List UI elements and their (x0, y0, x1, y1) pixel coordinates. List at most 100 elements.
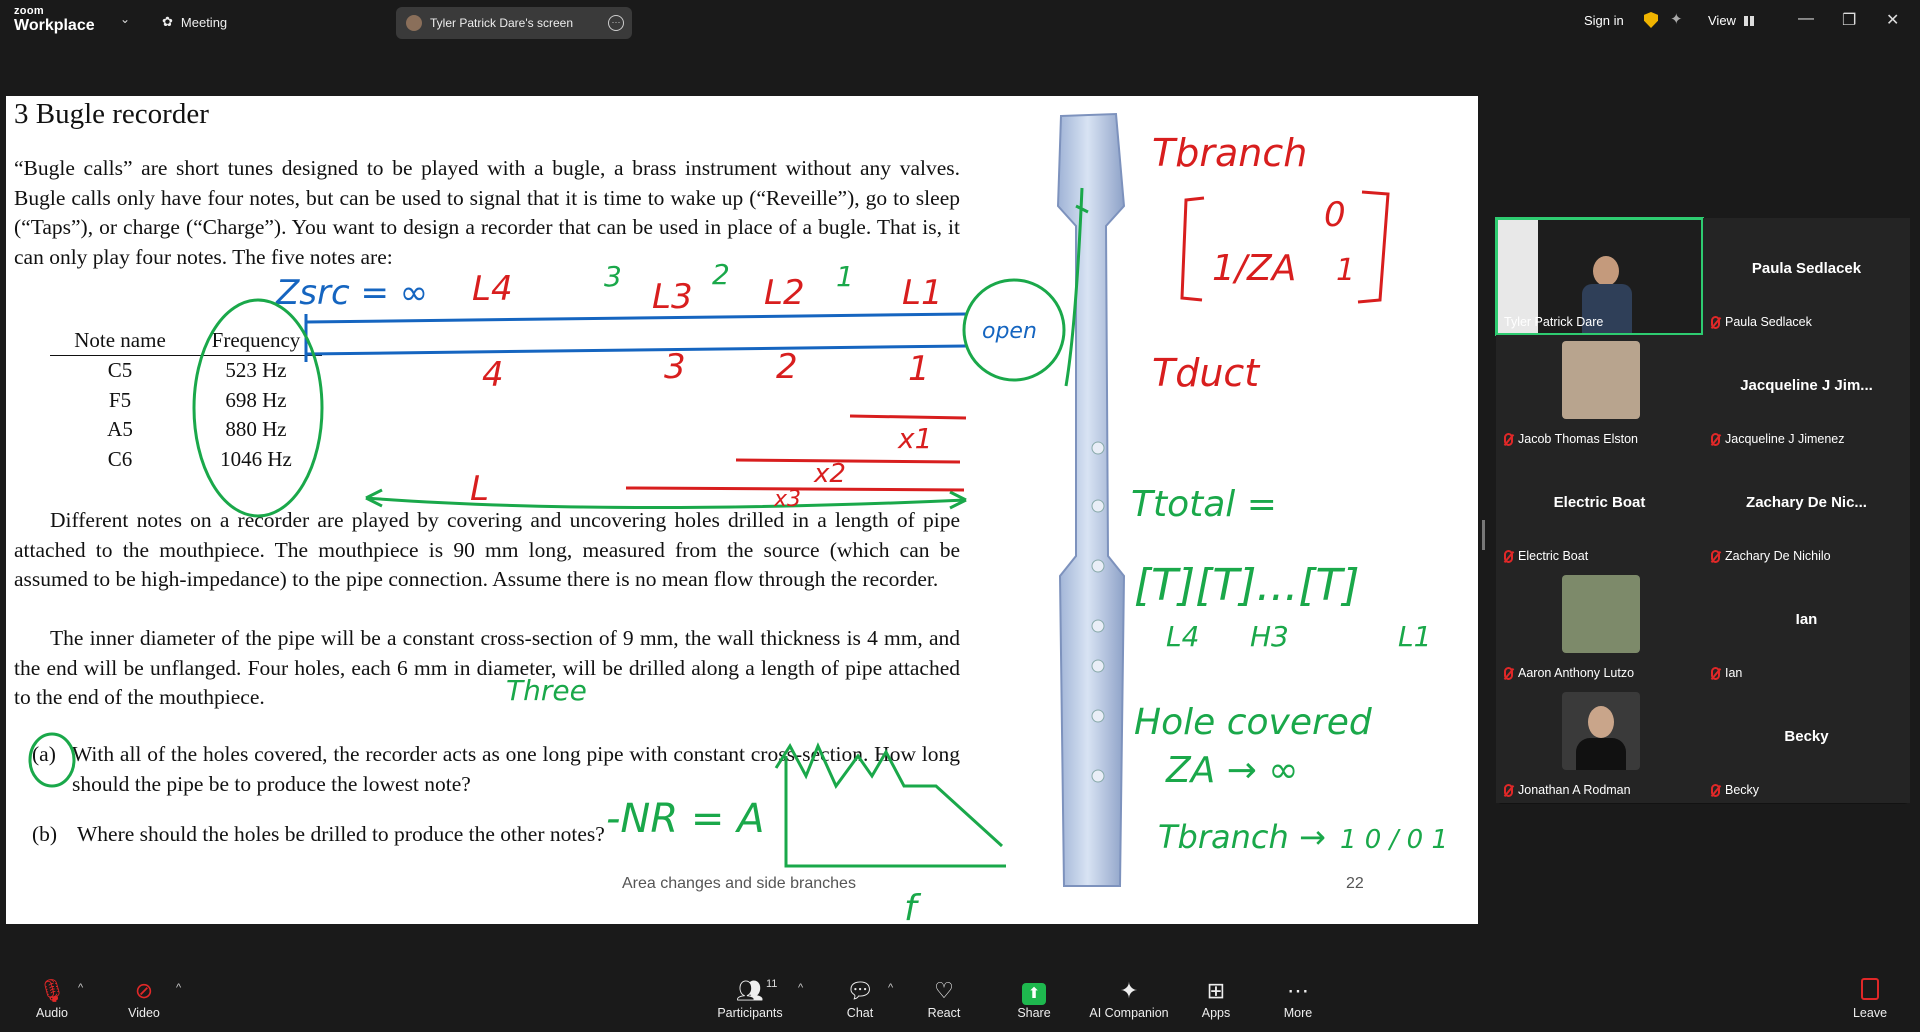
share-label: Tyler Patrick Dare's screen (430, 16, 573, 30)
participant-tile[interactable]: Becky Becky (1703, 686, 1910, 803)
chevron-down-icon[interactable]: ⌄ (120, 12, 130, 26)
ink-zsrc: Zsrc = ∞ (275, 273, 428, 313)
muted-mic-icon (1711, 783, 1720, 797)
ink-sub-h3: H3 (1250, 620, 1289, 653)
ink-l: L (470, 469, 489, 509)
participant-tile[interactable]: Ian Ian (1703, 569, 1910, 686)
participant-name: Becky (1725, 783, 1760, 797)
muted-mic-icon (1711, 549, 1720, 563)
participant-display-name: Paula Sedlacek (1751, 260, 1862, 277)
avatar (1562, 692, 1640, 770)
more-options-icon[interactable]: ··· (608, 15, 624, 31)
leave-icon (1861, 978, 1879, 1000)
video-off-icon: ⊘ (134, 978, 154, 1003)
muted-mic-icon (1504, 666, 1513, 680)
react-label: React (927, 1006, 961, 1020)
muted-mic-icon (1711, 666, 1720, 680)
audio-options-icon[interactable]: ^ (78, 982, 83, 994)
participant-caption: Electric Boat (1504, 549, 1588, 563)
participant-display-name: Electric Boat (1553, 494, 1646, 511)
video-options-icon[interactable]: ^ (176, 982, 181, 994)
annotation-layer: Zsrc = ∞ open Three -NR = A Ttotal = [T]… (28, 112, 1448, 924)
panel-resize-handle[interactable] (1482, 520, 1485, 550)
ink-tbranch-to: Tbranch → (1158, 818, 1326, 856)
ink-za: 1/ZA (1212, 248, 1296, 289)
ink-tduct: Tduct (1152, 351, 1261, 395)
ink-l4: L4 (472, 269, 513, 309)
leave-button[interactable]: Leave (1830, 978, 1910, 1020)
participant-tile[interactable]: Tyler Patrick Dare (1495, 217, 1704, 336)
more-label: More (1283, 1006, 1313, 1020)
participant-caption: Jacob Thomas Elston (1504, 432, 1638, 446)
participant-tile[interactable]: Jonathan A Rodman (1496, 686, 1703, 803)
participant-name: Paula Sedlacek (1725, 315, 1812, 329)
participants-button[interactable]: 👥︎ Participants (710, 978, 790, 1020)
recorder-image (1056, 112, 1126, 887)
leave-label: Leave (1852, 1006, 1888, 1020)
ink-tbranch: Tbranch (1152, 131, 1307, 175)
screen-share-indicator[interactable]: Tyler Patrick Dare's screen ··· (396, 7, 632, 39)
view-label: View (1708, 13, 1736, 28)
participant-display-name: Ian (1795, 611, 1818, 628)
participant-display-name: Jacqueline J Jim... (1740, 377, 1873, 394)
ai-label: AI Companion (1089, 1006, 1169, 1020)
muted-mic-icon (1504, 549, 1513, 563)
muted-mic-icon (1504, 432, 1513, 446)
participant-tile[interactable]: Aaron Anthony Lutzo (1496, 569, 1703, 686)
muted-mic-icon (1504, 783, 1513, 797)
zoom-logo[interactable]: zoom Workplace (14, 6, 95, 34)
apps-label: Apps (1201, 1006, 1231, 1020)
people-icon: 👥︎ (736, 978, 764, 1003)
share-button[interactable]: ⬆ Share (994, 978, 1074, 1020)
ink-hole-covered: Hole covered (1134, 702, 1373, 743)
sparkle-icon[interactable]: ✦ (1670, 10, 1683, 28)
participants-label: Participants (717, 1006, 783, 1020)
participant-name: Jacob Thomas Elston (1518, 432, 1638, 446)
bottom-toolbar: 🎙︎ Audio ^ ⊘ Video ^ 👥︎ Participants 11 … (0, 968, 1920, 1032)
minimize-icon[interactable]: — (1798, 10, 1814, 28)
shield-icon[interactable] (1644, 12, 1658, 28)
participant-name: Jacqueline J Jimenez (1725, 432, 1845, 446)
ink-seg3: 3 (664, 347, 686, 387)
logo-line1: zoom (14, 5, 44, 17)
ink-sub-l1: L1 (1398, 620, 1431, 653)
participant-tile[interactable]: Electric Boat Electric Boat (1496, 452, 1703, 569)
ink-open: open (982, 319, 1037, 344)
sign-in-link[interactable]: Sign in (1584, 13, 1624, 28)
participants-options-icon[interactable]: ^ (798, 982, 803, 994)
avatar (1562, 575, 1640, 653)
ink-x2: x2 (813, 459, 846, 489)
ai-companion-button[interactable]: ✦ AI Companion (1084, 978, 1174, 1020)
logo-line2: Workplace (14, 17, 95, 34)
ink-identity: 1 0 / 0 1 (1340, 825, 1448, 855)
participant-name: Zachary De Nichilo (1725, 549, 1831, 563)
share-icon: ⬆ (1022, 983, 1046, 1005)
more-button[interactable]: ⋯ More (1258, 978, 1338, 1020)
chat-options-icon[interactable]: ^ (888, 982, 893, 994)
view-button[interactable]: View (1708, 13, 1754, 28)
participant-gallery: Tyler Patrick Dare Paula Sedlacek Paula … (1495, 217, 1910, 804)
share-label-btn: Share (1017, 1006, 1051, 1020)
ink-tchain: [T][T]...[T] (1134, 560, 1360, 611)
ink-sub-l4: L4 (1166, 620, 1199, 653)
ink-l2: L2 (764, 273, 805, 313)
apps-button[interactable]: ⊞ Apps (1176, 978, 1256, 1020)
participant-tile[interactable]: Paula Sedlacek Paula Sedlacek (1703, 218, 1910, 335)
close-icon[interactable]: ✕ (1886, 10, 1899, 30)
participant-display-name: Becky (1784, 728, 1829, 745)
participant-caption: Jacqueline J Jimenez (1711, 432, 1845, 446)
video-button[interactable]: ⊘ Video (104, 978, 184, 1020)
muted-mic-icon (1711, 432, 1720, 446)
ink-m0: 0 (1324, 195, 1346, 235)
heart-icon: ♡ (934, 978, 954, 1003)
ink-seg4: 4 (482, 355, 504, 395)
participant-tile[interactable]: Jacob Thomas Elston (1496, 335, 1703, 452)
restore-icon[interactable]: ❐ (1842, 10, 1856, 30)
participant-caption: Tyler Patrick Dare (1504, 315, 1603, 329)
participant-tile[interactable]: Jacqueline J Jim... Jacqueline J Jimenez (1703, 335, 1910, 452)
ink-nr: -NR = A (606, 796, 764, 842)
meeting-button[interactable]: ✿ Meeting (162, 14, 227, 30)
react-button[interactable]: ♡ React (904, 978, 984, 1020)
participant-tile[interactable]: Zachary De Nic... Zachary De Nichilo (1703, 452, 1910, 569)
ink-l1: L1 (902, 273, 943, 313)
